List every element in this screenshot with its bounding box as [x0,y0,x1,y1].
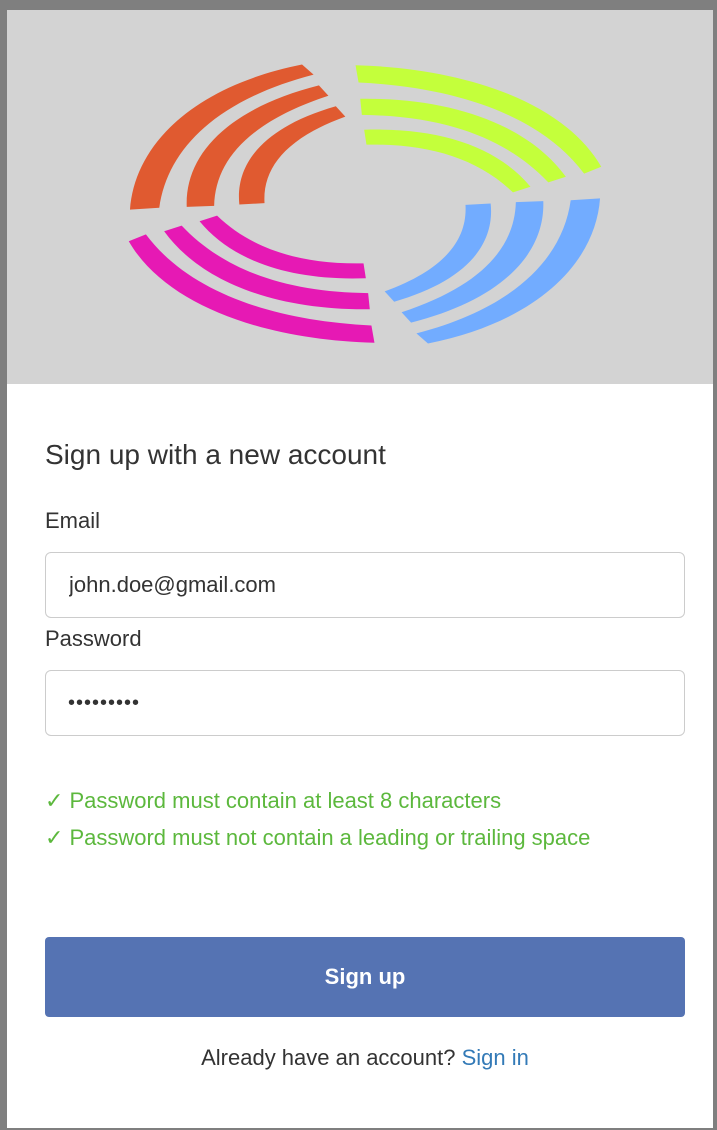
page-title: Sign up with a new account [45,439,386,470]
password-rule-text: Password must not contain a leading or t… [69,825,591,850]
swirl-logo-icon [128,64,602,344]
email-label: Email [45,508,101,533]
password-rule-text: Password must contain at least 8 charact… [69,788,502,813]
email-field[interactable] [45,552,685,618]
password-rule: ✓ Password must not contain a leading or … [45,819,685,856]
password-label: Password [45,626,142,651]
password-field[interactable] [45,670,685,736]
logo-banner [7,10,713,384]
password-rule: ✓ Password must contain at least 8 charac… [45,782,685,819]
check-icon: ✓ [45,788,64,813]
signin-prompt-text: Already have an account? [201,1045,456,1070]
password-rules: ✓ Password must contain at least 8 charac… [45,782,685,856]
sign-up-button[interactable]: Sign up [45,937,685,1017]
check-icon: ✓ [45,825,64,850]
signin-prompt: Already have an account? Sign in [45,1043,685,1073]
sign-in-link[interactable]: Sign in [462,1045,529,1070]
